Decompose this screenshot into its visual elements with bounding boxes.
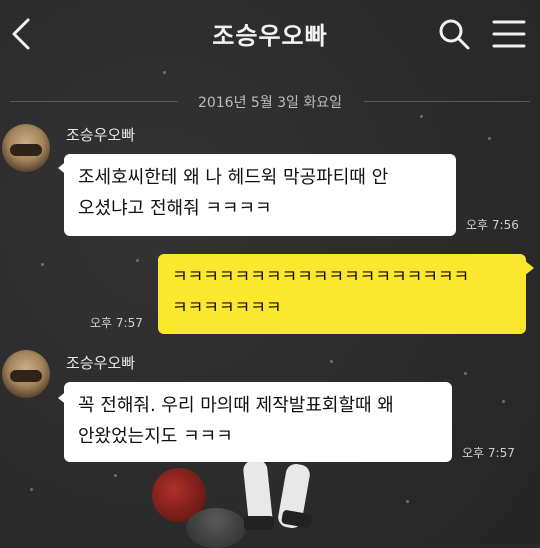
bubble-tail: [524, 260, 534, 276]
star-decoration: [136, 259, 139, 262]
astronaut-legs-decoration: [240, 458, 320, 544]
sender-name: 조승우오빠: [66, 354, 136, 372]
message-line: ㅋㅋㅋㅋㅋㅋㅋㅋㅋㅋㅋㅋㅋㅋㅋㅋㅋㅋㅋ: [172, 267, 470, 287]
star-decoration: [464, 372, 467, 375]
star-decoration: [41, 263, 44, 266]
avatar[interactable]: [2, 124, 50, 172]
avatar[interactable]: [2, 350, 50, 398]
hamburger-menu-icon: [492, 20, 526, 48]
divider-line: [364, 101, 530, 102]
message-bubble[interactable]: 꼭 전해줘. 우리 마의때 제작발표회할때 왜 안왔었는지도 ㅋㅋㅋ: [64, 382, 452, 462]
star-decoration: [420, 115, 423, 118]
message-line: 꼭 전해줘. 우리 마의때 제작발표회할때 왜: [78, 395, 394, 416]
star-decoration: [114, 474, 117, 477]
search-button[interactable]: [436, 16, 472, 52]
menu-button[interactable]: [490, 18, 528, 50]
star-decoration: [406, 500, 409, 503]
star-decoration: [30, 488, 33, 491]
message-line: ㅋㅋㅋㅋㅋㅋㅋ: [172, 298, 282, 318]
message-time: 오후 7:56: [466, 218, 519, 232]
search-icon: [439, 19, 470, 50]
message-time: 오후 7:57: [90, 316, 143, 330]
date-divider: 2016년 5월 3일 화요일: [0, 92, 540, 112]
star-decoration: [488, 137, 491, 140]
message-bubble[interactable]: 조세호씨한테 왜 나 헤드윅 막공파티때 안 오셨냐고 전해줘 ㅋㅋㅋㅋ: [64, 154, 456, 236]
message-time: 오후 7:57: [462, 446, 515, 460]
message-line: 안왔었는지도 ㅋㅋㅋ: [78, 426, 233, 447]
date-divider-text: 2016년 5월 3일 화요일: [197, 95, 343, 111]
sender-name: 조승우오빠: [66, 126, 136, 144]
star-decoration: [330, 360, 333, 363]
star-decoration: [163, 71, 166, 74]
message-line: 조세호씨한테 왜 나 헤드윅 막공파티때 안: [78, 167, 389, 188]
message-bubble[interactable]: ㅋㅋㅋㅋㅋㅋㅋㅋㅋㅋㅋㅋㅋㅋㅋㅋㅋㅋㅋ ㅋㅋㅋㅋㅋㅋㅋ: [158, 254, 526, 334]
message-line: 오셨냐고 전해줘 ㅋㅋㅋㅋ: [78, 198, 272, 219]
chat-header: 조승우오빠: [0, 0, 540, 70]
star-decoration: [502, 400, 505, 403]
gray-planet-decoration: [186, 508, 246, 548]
